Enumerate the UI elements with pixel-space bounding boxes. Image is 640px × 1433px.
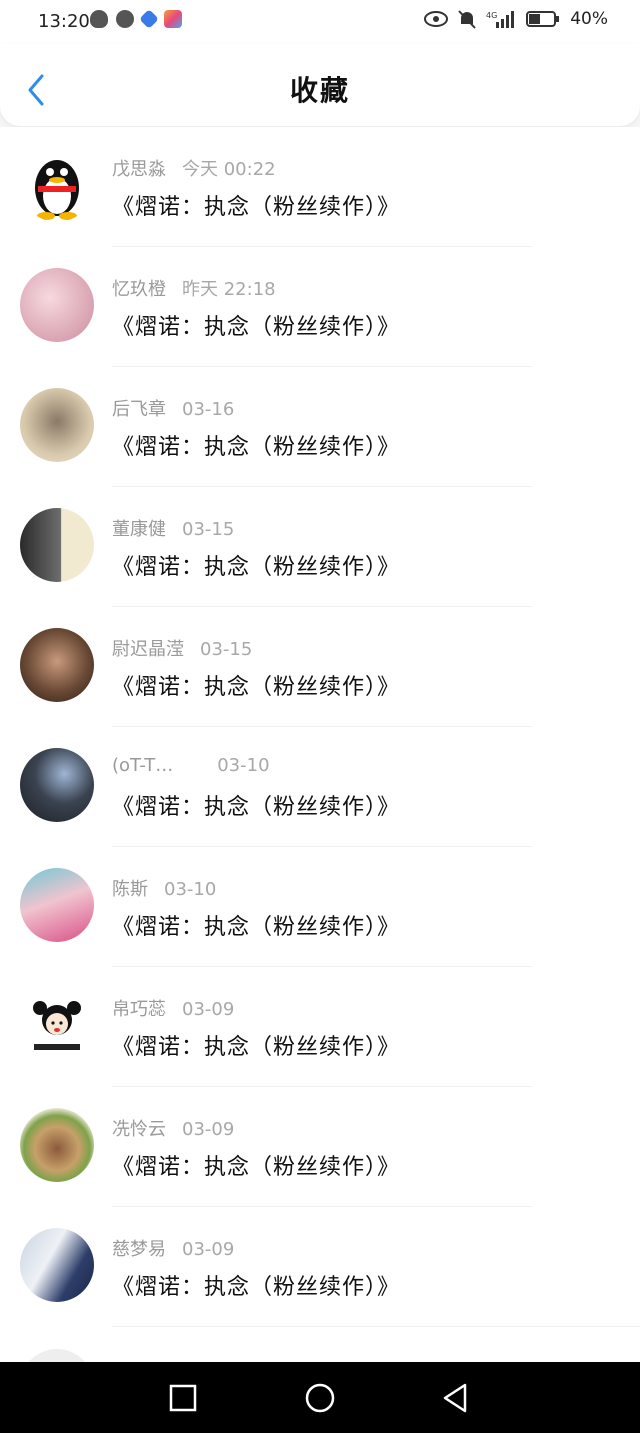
item-user: 慈梦易: [112, 1239, 166, 1260]
list-item[interactable]: 忆玖橙 昨天 22:18 《熠诺：执念（粉丝续作）》: [0, 247, 640, 367]
item-user: 忆玖橙: [112, 279, 166, 300]
item-meta: 冼怜云 03-09: [112, 1115, 234, 1141]
item-title: 《熠诺：执念（粉丝续作）》: [112, 435, 401, 460]
item-user: 董康健: [112, 519, 166, 540]
wechat-notification-icon: [116, 10, 134, 28]
item-time: 03-16: [182, 399, 235, 420]
item-user: 后飞章: [112, 399, 166, 420]
item-meta: 戊思淼 今天 00:22: [112, 155, 276, 181]
triangle-back-icon: [443, 1383, 467, 1413]
item-meta: 后飞章 03-16: [112, 395, 234, 421]
item-time: 03-15: [200, 639, 253, 660]
gallery-notification-icon: [164, 10, 182, 28]
avatar: [20, 148, 94, 222]
recent-apps-button[interactable]: [165, 1380, 201, 1416]
header-bar: 收藏: [0, 44, 640, 126]
avatar: [20, 1228, 94, 1302]
status-bar: 13:20 4G 40%: [0, 0, 640, 44]
item-user: 陈斯: [112, 879, 148, 900]
item-time: 03-10: [217, 755, 270, 776]
item-user: 尉迟晶滢: [112, 639, 184, 660]
system-navigation-bar: [0, 1362, 640, 1433]
list-item-partial[interactable]: [0, 1327, 640, 1362]
page-title: 收藏: [289, 74, 350, 107]
item-title: 《熠诺：执念（粉丝续作）》: [112, 915, 401, 940]
battery-icon: [526, 11, 560, 27]
item-title: 《熠诺：执念（粉丝续作）》: [112, 1155, 401, 1180]
item-time: 03-09: [182, 1239, 235, 1260]
signal-icon: 4G: [486, 11, 515, 28]
qq-notification-icon: [90, 10, 108, 28]
item-time: 03-10: [164, 879, 217, 900]
avatar: [20, 988, 94, 1062]
item-user: 戊思淼: [112, 159, 166, 180]
list-item[interactable]: 董康健 03-15 《熠诺：执念（粉丝续作）》: [0, 487, 640, 607]
eye-icon: [424, 11, 449, 27]
qq-penguin-icon: [35, 160, 79, 220]
avatar: [20, 268, 94, 342]
svg-text:4G: 4G: [486, 11, 497, 20]
list-item[interactable]: (oT-T… 03-10 《熠诺：执念（粉丝续作）》: [0, 727, 640, 847]
mute-bell-icon: [458, 10, 476, 29]
item-user: 冼怜云: [112, 1119, 166, 1140]
item-title: 《熠诺：执念（粉丝续作）》: [112, 1035, 401, 1060]
favorites-list: 戊思淼 今天 00:22 《熠诺：执念（粉丝续作）》 忆玖橙 昨天 22:18 《熠…: [0, 127, 640, 1362]
item-meta: 董康健 03-15: [112, 515, 234, 541]
status-right: 4G 40%: [424, 9, 608, 29]
item-time: 03-15: [182, 519, 235, 540]
avatar: [20, 868, 94, 942]
avatar: [20, 628, 94, 702]
status-time: 13:20: [38, 11, 90, 32]
avatar: [20, 748, 94, 822]
notification-icons: [90, 9, 182, 29]
item-title: 《熠诺：执念（粉丝续作）》: [112, 315, 401, 340]
avatar: [20, 1108, 94, 1182]
item-title: 《熠诺：执念（粉丝续作）》: [112, 795, 401, 820]
avatar: [20, 1349, 94, 1362]
item-time: 今天 00:22: [182, 159, 276, 180]
item-meta: 尉迟晶滢 03-15: [112, 635, 252, 661]
cartoon-girl-icon: [33, 1001, 81, 1050]
battery-percent: 40%: [570, 9, 608, 29]
list-item[interactable]: 尉迟晶滢 03-15 《熠诺：执念（粉丝续作）》: [0, 607, 640, 727]
item-time: 03-09: [182, 1119, 235, 1140]
list-item[interactable]: 陈斯 03-10 《熠诺：执念（粉丝续作）》: [0, 847, 640, 967]
item-title: 《熠诺：执念（粉丝续作）》: [112, 675, 401, 700]
list-item[interactable]: 冼怜云 03-09 《熠诺：执念（粉丝续作）》: [0, 1087, 640, 1207]
avatar: [20, 388, 94, 462]
list-item[interactable]: 帛巧蕊 03-09 《熠诺：执念（粉丝续作）》: [0, 967, 640, 1087]
item-meta: (oT-T… 03-10: [112, 755, 270, 776]
item-time: 昨天 22:18: [182, 279, 276, 300]
item-time: 03-09: [182, 999, 235, 1020]
list-item[interactable]: 后飞章 03-16 《熠诺：执念（粉丝续作）》: [0, 367, 640, 487]
item-user: (oT-T…: [112, 755, 174, 776]
item-meta: 陈斯 03-10: [112, 875, 216, 901]
item-title: 《熠诺：执念（粉丝续作）》: [112, 195, 401, 220]
list-item[interactable]: 慈梦易 03-09 《熠诺：执念（粉丝续作）》: [0, 1207, 640, 1327]
square-icon: [169, 1384, 197, 1412]
avatar: [20, 508, 94, 582]
item-meta: 帛巧蕊 03-09: [112, 995, 234, 1021]
home-button[interactable]: [302, 1380, 338, 1416]
app-notification-icon: [139, 9, 159, 29]
item-meta: 慈梦易 03-09: [112, 1235, 234, 1261]
back-system-button[interactable]: [437, 1380, 473, 1416]
item-user: 帛巧蕊: [112, 999, 166, 1020]
circle-icon: [305, 1383, 335, 1413]
item-title: 《熠诺：执念（粉丝续作）》: [112, 555, 401, 580]
list-item[interactable]: 戊思淼 今天 00:22 《熠诺：执念（粉丝续作）》: [0, 127, 640, 247]
item-meta: 忆玖橙 昨天 22:18: [112, 275, 276, 301]
item-title: 《熠诺：执念（粉丝续作）》: [112, 1275, 401, 1300]
